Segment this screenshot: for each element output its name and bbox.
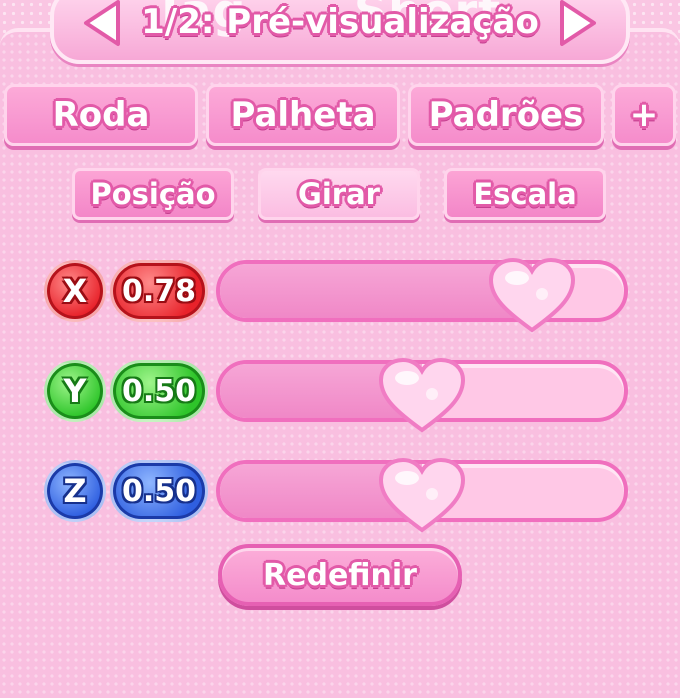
tab-palheta[interactable]: Palheta [206, 84, 400, 146]
reset-button[interactable]: Redefinir [218, 544, 462, 606]
y-slider[interactable] [216, 357, 628, 433]
x-value-badge: 0.78 [110, 260, 208, 322]
heart-icon[interactable] [487, 256, 577, 336]
title-bar: Tag Short 1/2: Pré-visualização [50, 0, 630, 64]
x-slider[interactable] [216, 257, 628, 333]
y-axis-icon: Y [44, 360, 106, 422]
x-axis-icon: X [44, 260, 106, 322]
heart-icon[interactable] [377, 356, 467, 436]
heart-icon[interactable] [377, 456, 467, 536]
subtab-escala[interactable]: Escala [444, 168, 606, 220]
y-value-badge: 0.50 [110, 360, 208, 422]
z-value-badge: 0.50 [110, 460, 208, 522]
page-title: 1/2: Pré-visualização [141, 2, 539, 42]
z-slider[interactable] [216, 457, 628, 533]
z-axis-icon: Z [44, 460, 106, 522]
tab-more[interactable]: + [612, 84, 676, 146]
subtab-girar[interactable]: Girar [258, 168, 420, 220]
tab-padroes[interactable]: Padrões [408, 84, 604, 146]
subtab-posicao[interactable]: Posição [72, 168, 234, 220]
x-slider-fill [220, 264, 532, 318]
tab-roda[interactable]: Roda [4, 84, 198, 146]
